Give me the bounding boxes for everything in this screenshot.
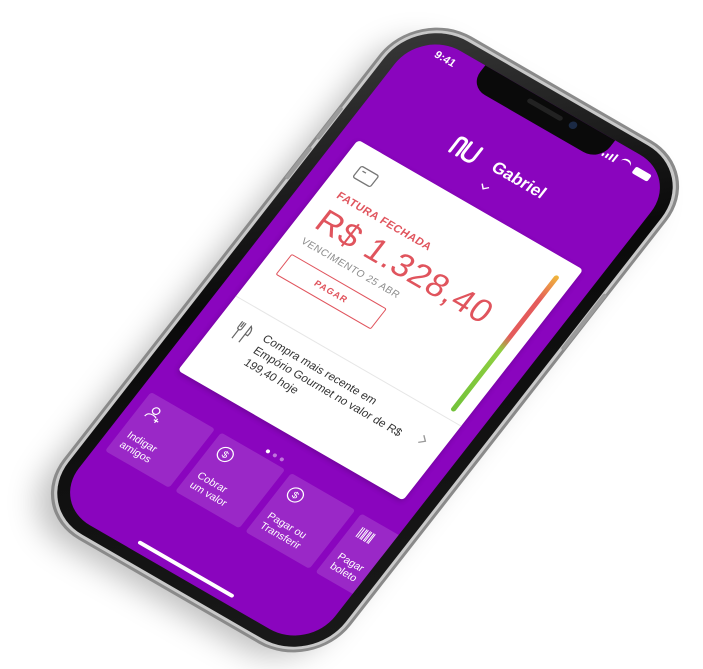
chevron-down-icon[interactable] <box>478 182 490 192</box>
page-dot <box>278 456 285 462</box>
phone: 9:41 Gabriel FATURA FECHADA R$ 1.328,40 … <box>33 13 697 667</box>
wifi-icon <box>617 156 634 171</box>
stage: 9:41 Gabriel FATURA FECHADA R$ 1.328,40 … <box>0 0 703 667</box>
shortcut-label: Pagar boleto <box>327 550 367 585</box>
battery-icon <box>631 166 652 182</box>
notch <box>469 63 617 162</box>
barcode-icon <box>355 526 376 545</box>
charge-icon: $ <box>216 446 234 463</box>
svg-text:$: $ <box>289 490 301 502</box>
chevron-right-icon[interactable] <box>417 434 430 446</box>
restaurant-icon <box>231 321 253 343</box>
transfer-icon: $ <box>286 487 305 503</box>
page-dot <box>264 448 271 454</box>
signal-icon <box>601 148 619 163</box>
nubank-logo-icon <box>447 136 484 163</box>
recent-purchase: Compra mais recente em Empório Gourmet n… <box>241 333 405 440</box>
credit-card-icon <box>352 166 379 187</box>
shortcut-label: Indigar amigos <box>116 429 160 466</box>
shortcut-label: Cobrar um valor <box>187 469 230 510</box>
add-friend-icon <box>144 407 161 424</box>
svg-text:$: $ <box>219 450 231 462</box>
status-time: 9:41 <box>431 49 459 70</box>
user-name: Gabriel <box>487 157 551 203</box>
page-dot <box>271 452 278 458</box>
camera <box>567 120 579 131</box>
app-screen: 9:41 Gabriel FATURA FECHADA R$ 1.328,40 … <box>51 28 679 652</box>
shortcut-label: Pagar ou Transferir <box>257 510 310 552</box>
